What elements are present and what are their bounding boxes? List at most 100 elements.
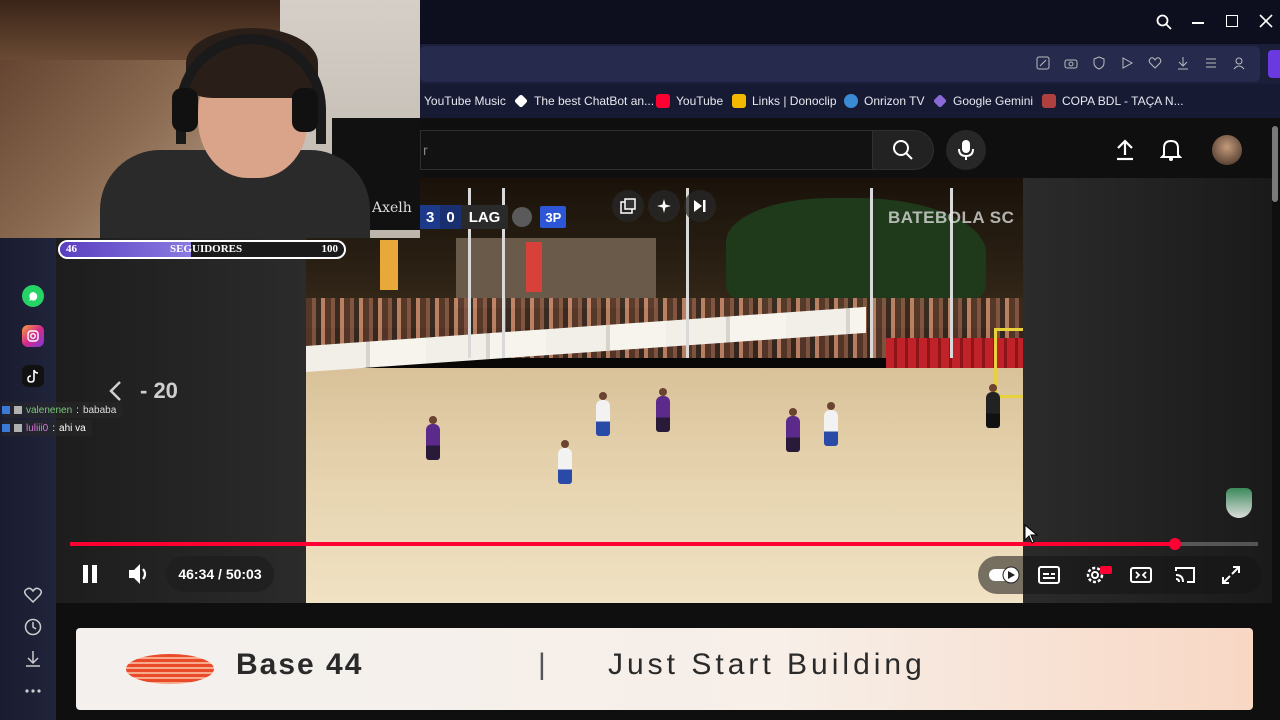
banner-flag	[526, 242, 542, 292]
autoplay-toggle[interactable]	[988, 562, 1022, 588]
instagram-icon	[22, 325, 44, 347]
sparkle-icon[interactable]	[648, 190, 680, 222]
banner-flag	[380, 240, 398, 290]
chat-colon: :	[76, 404, 79, 416]
player-head	[599, 392, 607, 400]
scoreboard: 3 0 LAG 3P	[420, 205, 567, 229]
bookmark-donoclip[interactable]: Links | Donoclip	[732, 92, 837, 110]
profile-icon[interactable]	[1232, 56, 1246, 70]
page-scrollbar[interactable]	[1272, 126, 1278, 202]
player-head	[429, 416, 437, 424]
cast-button[interactable]	[1172, 562, 1198, 588]
pause-button[interactable]	[74, 558, 106, 590]
chat-colon: :	[52, 422, 56, 434]
headset-earcup	[172, 88, 198, 132]
score-away: 0	[440, 205, 461, 229]
downloads-icon[interactable]	[22, 648, 44, 670]
donoclip-icon	[732, 94, 746, 108]
pause-icon	[83, 565, 97, 583]
volume-button[interactable]	[122, 558, 154, 590]
followers-goal-bar: 46 SEGUIDORES 100	[58, 240, 346, 259]
banner-separator: |	[538, 648, 546, 681]
pole	[870, 188, 873, 358]
avatar[interactable]	[1212, 135, 1242, 165]
player	[786, 416, 800, 452]
bookmark-copa-bdl[interactable]: COPA BDL - TAÇA N...	[1042, 92, 1184, 110]
mouse-cursor-icon	[1024, 523, 1039, 544]
moderator-badge-icon	[2, 406, 10, 414]
bookmark-chatbot[interactable]: The best ChatBot an...	[514, 92, 654, 110]
chat-message: luliii0: ahi va	[2, 420, 92, 436]
followers-goal: 100	[321, 243, 339, 255]
bookmark-gemini[interactable]: Google Gemini	[933, 92, 1033, 110]
chatbot-icon	[514, 94, 528, 108]
theater-icon	[1130, 567, 1152, 583]
followers-current: 46	[66, 243, 77, 255]
shield-icon[interactable]	[1092, 56, 1106, 70]
whatsapp-icon	[22, 285, 44, 307]
captions-button[interactable]	[1036, 562, 1062, 588]
subscriber-badge-icon	[14, 406, 22, 414]
followers-label: SEGUIDORES	[170, 243, 243, 255]
banner-tagline: Just Start Building	[608, 648, 926, 681]
camera-icon[interactable]	[1064, 56, 1078, 70]
voice-search-button[interactable]	[946, 130, 986, 170]
microphone-icon	[958, 140, 974, 160]
subscriber-badge-icon	[14, 424, 22, 432]
onrizon-icon	[844, 94, 858, 108]
channel-watermark: BATEBOLA SC	[888, 208, 1015, 227]
player	[426, 424, 440, 460]
close-icon[interactable]	[1258, 13, 1274, 29]
theater-mode-button[interactable]	[1128, 562, 1154, 588]
menu-icon[interactable]	[1204, 56, 1218, 70]
minimize-icon[interactable]	[1192, 22, 1204, 24]
gemini-icon	[933, 94, 947, 108]
score-home: 3	[420, 205, 441, 229]
bell-icon[interactable]	[1159, 138, 1183, 162]
more-options-icon[interactable]	[22, 680, 44, 702]
channel-crest-icon[interactable]	[1226, 488, 1252, 518]
skip-back-indicator: - 20	[108, 378, 178, 404]
video-frame	[306, 178, 1023, 603]
search-icon	[893, 140, 913, 160]
bookmark-onrizon[interactable]: Onrizon TV	[844, 92, 924, 110]
player-head	[561, 440, 569, 448]
skip-next-icon[interactable]	[684, 190, 716, 222]
headset-earcup	[292, 88, 318, 132]
team-crest-icon	[512, 207, 533, 227]
chat-text: bababa	[82, 404, 117, 416]
webcam-overlay: Axelh	[0, 0, 420, 238]
edit-icon[interactable]	[1036, 56, 1050, 70]
chevron-left-icon	[109, 381, 121, 401]
base44-logo-icon	[126, 654, 214, 684]
miniplayer-icon[interactable]	[612, 190, 644, 222]
seek-handle[interactable]	[1168, 538, 1181, 550]
bookmark-youtube[interactable]: YouTube	[656, 92, 723, 110]
cast-icon	[1175, 567, 1195, 583]
play-icon[interactable]	[1120, 56, 1134, 70]
favorites-heart-icon[interactable]	[22, 584, 44, 606]
fullscreen-button[interactable]	[1218, 562, 1244, 588]
upload-icon[interactable]	[1114, 138, 1136, 162]
tiktok-icon	[22, 365, 44, 387]
skip-back-label: - 20	[140, 378, 178, 403]
fullscreen-icon	[1222, 566, 1240, 584]
toolbar-extension-icons[interactable]	[1036, 56, 1252, 72]
history-clock-icon[interactable]	[22, 616, 44, 638]
download-icon[interactable]	[1176, 56, 1190, 70]
volume-icon	[129, 564, 147, 584]
player	[824, 410, 838, 446]
chat-user: valenenen	[26, 404, 73, 416]
team-name: LAG	[460, 205, 509, 229]
maximize-icon[interactable]	[1226, 15, 1238, 27]
chat-text: ahi va	[59, 422, 86, 434]
youtube-icon	[656, 94, 670, 108]
search-input[interactable]: r	[420, 130, 872, 170]
chat-message: valenenen: bababa	[2, 402, 123, 418]
titlebar-search-icon[interactable]	[1156, 14, 1172, 30]
sidebar-toggle[interactable]	[1268, 50, 1280, 78]
player-head	[827, 402, 835, 410]
bookmark-youtube-music[interactable]: YouTube Music	[424, 92, 506, 110]
heart-icon[interactable]	[1148, 56, 1162, 70]
search-button[interactable]	[872, 130, 934, 170]
